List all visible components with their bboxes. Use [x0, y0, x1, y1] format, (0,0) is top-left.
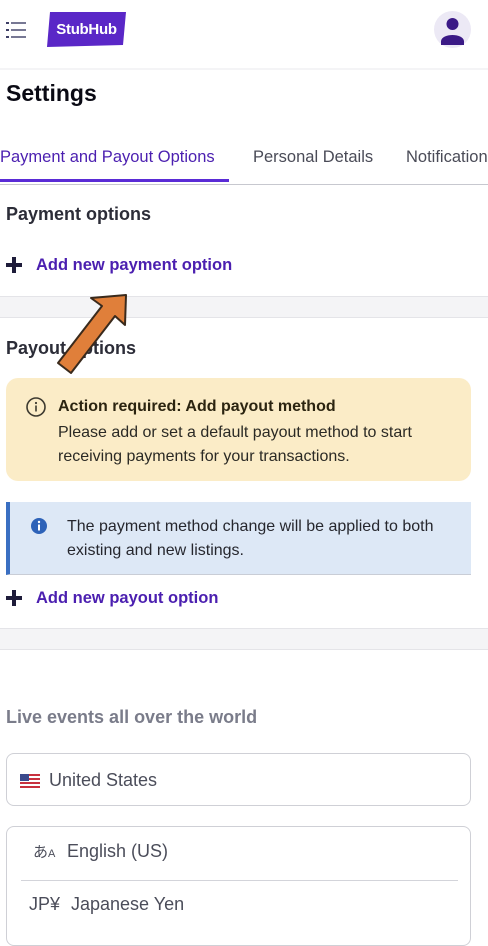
plus-icon: [6, 590, 22, 606]
us-flag-icon: [20, 774, 40, 788]
add-payment-option-label: Add new payment option: [36, 255, 233, 274]
payment-change-info-alert: The payment method change will be applie…: [6, 502, 471, 575]
top-bar: StubHub: [0, 0, 488, 68]
active-tab-indicator: [0, 179, 229, 182]
tab-payment-payout[interactable]: Payment and Payout Options: [0, 148, 215, 167]
warning-body: Please add or set a default payout metho…: [58, 424, 412, 465]
section-divider: [0, 296, 488, 318]
add-payout-option-button[interactable]: Add new payout option: [6, 586, 218, 610]
country-select[interactable]: United States: [6, 753, 471, 806]
currency-value: Japanese Yen: [71, 894, 185, 914]
live-events-heading: Live events all over the world: [6, 707, 258, 727]
country-value: United States: [49, 770, 158, 790]
info-filled-icon: [31, 518, 47, 534]
translate-icon: あA: [33, 844, 56, 861]
language-currency-select: あA English (US) JP¥ Japanese Yen: [6, 826, 471, 946]
tab-personal-details[interactable]: Personal Details: [253, 148, 373, 167]
payout-warning-alert: Action required: Add payout method Pleas…: [6, 378, 471, 481]
logo-text: StubHub: [56, 21, 117, 38]
settings-tabs: Payment and Payout Options Personal Deta…: [0, 138, 488, 185]
divider: [0, 68, 488, 70]
currency-select[interactable]: JP¥ Japanese Yen: [27, 880, 457, 924]
currency-code: JP¥: [29, 894, 61, 914]
info-circle-icon: [26, 397, 46, 417]
section-divider: [0, 628, 488, 650]
payment-options-heading: Payment options: [6, 204, 152, 224]
page-title: Settings: [6, 80, 97, 106]
language-value: English (US): [67, 841, 169, 861]
language-select[interactable]: あA English (US): [27, 827, 457, 871]
add-payout-option-label: Add new payout option: [36, 588, 219, 607]
add-payment-option-button[interactable]: Add new payment option: [6, 253, 232, 277]
warning-title: Action required: Add payout method: [58, 398, 336, 415]
plus-icon: [6, 257, 22, 273]
stubhub-logo[interactable]: StubHub: [47, 12, 126, 47]
tab-notifications[interactable]: Notifications: [406, 148, 488, 167]
menu-icon[interactable]: [6, 20, 26, 40]
info-body: The payment method change will be applie…: [67, 518, 434, 559]
payout-options-heading: Payout options: [6, 338, 136, 358]
user-avatar-icon[interactable]: [434, 11, 471, 48]
